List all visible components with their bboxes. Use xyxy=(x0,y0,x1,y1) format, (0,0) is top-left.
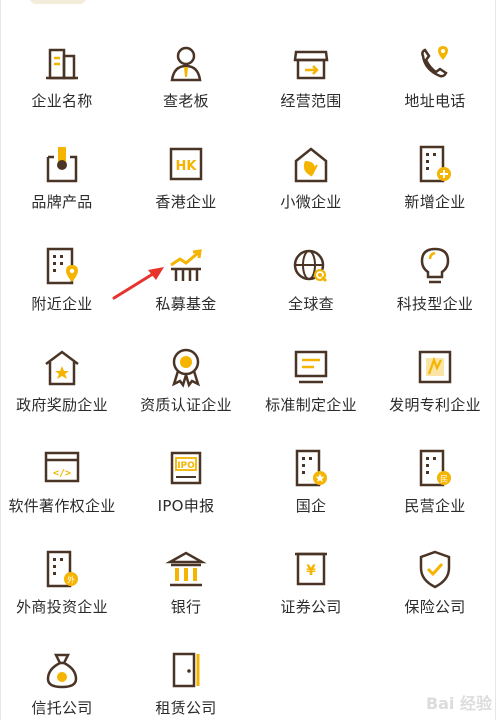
grid-item-label: 证券公司 xyxy=(280,598,342,616)
grid-item-foreign-investment[interactable]: 外 外商投资企业 xyxy=(0,506,124,616)
grid-item-private-company[interactable]: 民 民营企业 xyxy=(373,405,497,515)
bank-icon xyxy=(165,550,207,590)
building-min-icon: 民 xyxy=(417,449,453,489)
grid-item-label: 保险公司 xyxy=(404,598,466,616)
grid-item-address-phone[interactable]: 地址电话 xyxy=(373,0,497,110)
grid-item-gov-award[interactable]: 政府奖励企业 xyxy=(0,304,124,414)
hk-badge-text: HK xyxy=(176,159,198,174)
house-leaf-icon xyxy=(293,145,329,185)
code-icon-text: </> xyxy=(53,468,71,479)
yen-icon-text: ¥ xyxy=(306,563,316,579)
hk-badge-icon: HK xyxy=(168,145,204,185)
storefront-icon xyxy=(293,44,329,84)
red-arrow-annotation xyxy=(112,267,164,300)
grid-item-ipo[interactable]: IPO IPO申报 xyxy=(124,405,248,515)
building-plus-icon xyxy=(417,145,453,185)
min-icon-text: 民 xyxy=(440,475,448,484)
grid-item-brand-product[interactable]: 品牌产品 xyxy=(0,101,124,211)
grid-item-standard-setting[interactable]: 标准制定企业 xyxy=(249,304,373,414)
grid-item-new-company[interactable]: 新增企业 xyxy=(373,101,497,211)
watermark: Bai 经验 xyxy=(425,694,492,713)
code-window-icon: </> xyxy=(44,449,80,489)
grid-item-state-owned[interactable]: 国企 xyxy=(249,405,373,515)
grid-item-boss[interactable]: 查老板 xyxy=(124,0,248,110)
money-bag-icon xyxy=(44,651,80,691)
shield-check-icon xyxy=(417,550,453,590)
grid-item-patent[interactable]: 发明专利企业 xyxy=(373,304,497,414)
grid-item-hk-company[interactable]: HK 香港企业 xyxy=(124,101,248,211)
grid-item-bank[interactable]: 银行 xyxy=(124,506,248,616)
feature-grid: 企业名称 查老板 经营范围 地址电话 品牌产品 HK 香港企业 小微企业 新增企… xyxy=(0,0,498,720)
grid-item-leasing[interactable]: 租赁公司 xyxy=(124,607,248,717)
grid-item-company-name[interactable]: 企业名称 xyxy=(0,0,124,110)
grid-item-trust[interactable]: 信托公司 xyxy=(0,607,124,717)
ipo-icon-text: IPO xyxy=(177,461,195,471)
award-medal-icon xyxy=(168,348,204,388)
building-star-icon xyxy=(293,449,329,489)
patent-frame-icon xyxy=(417,348,453,388)
chart-up-icon xyxy=(168,247,204,287)
grid-item-securities[interactable]: ¥ 证券公司 xyxy=(249,506,373,616)
door-icon xyxy=(168,651,204,691)
wai-icon-text: 外 xyxy=(67,575,75,585)
building-wai-icon: 外 xyxy=(44,550,80,590)
grid-item-insurance[interactable]: 保险公司 xyxy=(373,506,497,616)
grid-item-micro-company[interactable]: 小微企业 xyxy=(249,101,373,211)
grid-item-nearby-company[interactable]: 附近企业 xyxy=(0,203,124,313)
lightbulb-icon xyxy=(417,247,453,287)
house-star-icon xyxy=(44,348,80,388)
grid-item-software-copyright[interactable]: </> 软件著作权企业 xyxy=(0,405,124,515)
yen-scroll-icon: ¥ xyxy=(293,550,329,590)
brand-box-icon xyxy=(44,145,80,185)
grid-item-certified[interactable]: 资质认证企业 xyxy=(124,304,248,414)
person-icon xyxy=(168,44,204,84)
ipo-doc-icon: IPO xyxy=(168,449,204,489)
grid-item-business-scope[interactable]: 经营范围 xyxy=(249,0,373,110)
monitor-document-icon xyxy=(293,348,329,388)
globe-search-icon xyxy=(293,247,329,287)
grid-item-label: 租赁公司 xyxy=(155,699,217,717)
building-icon xyxy=(44,44,80,84)
grid-item-global-search[interactable]: 全球查 xyxy=(249,203,373,313)
building-location-icon xyxy=(44,247,80,287)
grid-item-tech-company[interactable]: 科技型企业 xyxy=(373,203,497,313)
phone-location-icon xyxy=(417,44,453,84)
grid-item-label: 信托公司 xyxy=(31,699,93,717)
